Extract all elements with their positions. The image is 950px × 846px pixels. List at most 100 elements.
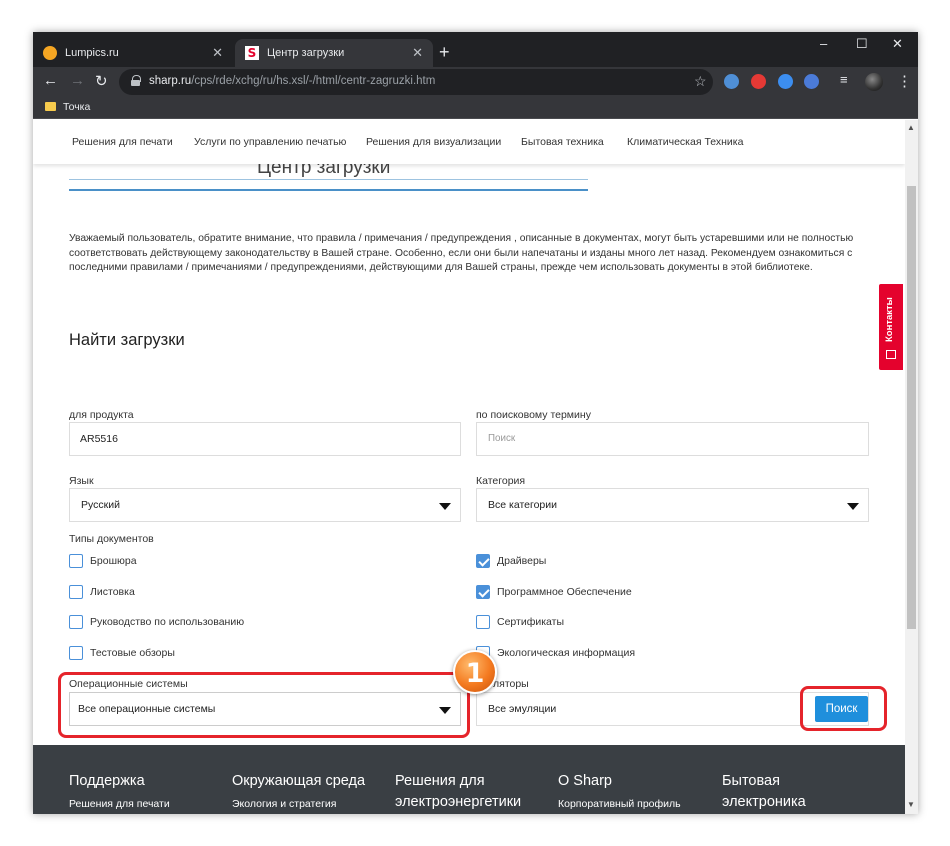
nav-item-home-appliances[interactable]: Бытовая техника [521,136,604,148]
language-value: Русский [81,499,120,511]
checkbox-box[interactable] [69,585,83,599]
language-label: Язык [69,475,94,487]
tab-title: Lumpics.ru [65,47,119,59]
highlight-search-box [800,686,887,731]
checkbox-certificates[interactable]: Сертификаты [476,615,564,629]
nav-item-climate[interactable]: Климатическая Техника [627,136,743,148]
category-label: Категория [476,475,526,487]
contacts-label: Контакты [884,297,895,342]
browser-toolbar: ← → ↻ sharp.ru/cps/rde/xchg/ru/hs.xsl/-/… [33,67,918,97]
checkbox-manual[interactable]: Руководство по использованию [69,615,244,629]
search-term-input[interactable]: Поиск [476,422,869,456]
checkbox-brochure[interactable]: Брошюра [69,554,137,568]
address-bar[interactable]: sharp.ru/cps/rde/xchg/ru/hs.xsl/-/html/c… [119,69,713,95]
bookmark-tochka[interactable]: Точка [63,101,90,113]
product-label: для продукта [69,409,134,421]
tab-strip: Lumpics.ru ✕ S Центр загрузки ✕ + – ☐ ✕ [33,32,918,67]
footer-link-profile[interactable]: Корпоративный профиль [558,798,681,810]
category-value: Все категории [488,499,557,511]
page-viewport: Решения для печати Услуги по управлению … [33,120,905,814]
adblock-icon[interactable] [751,74,766,89]
footer-heading-about[interactable]: О Sharp [558,771,612,792]
footer-heading-electronics[interactable]: Бытовая электроника [722,771,832,813]
footer-heading-environment[interactable]: Окружающая среда [232,771,365,792]
page-scrollbar[interactable]: ▲ ▼ [905,120,918,814]
sharp-favicon-icon: S [245,46,259,60]
lumpics-favicon-icon [43,46,57,60]
site-nav: Решения для печати Услуги по управлению … [33,120,905,164]
checkbox-label: Экологическая информация [497,647,636,659]
dropdown-caret-icon [439,503,451,510]
url-text[interactable]: sharp.ru/cps/rde/xchg/ru/hs.xsl/-/html/c… [149,75,435,87]
window-close-icon[interactable]: ✕ [892,36,903,52]
checkbox-box[interactable] [69,615,83,629]
term-label: по поисковому термину [476,409,591,421]
checkbox-box[interactable] [69,646,83,660]
search-section-title: Найти загрузки [69,331,185,349]
forward-arrow-icon[interactable]: → [70,72,85,89]
bookmark-star-icon[interactable]: ☆ [694,73,707,90]
more-menu-icon[interactable]: ⋮ [897,72,912,90]
browser-window: Lumpics.ru ✕ S Центр загрузки ✕ + – ☐ ✕ … [33,32,918,814]
vpn-extension-icon[interactable] [804,74,819,89]
site-footer: Поддержка Решения для печати Окружающая … [33,745,905,814]
checkbox-software[interactable]: Программное Обеспечение [476,585,632,599]
nav-item-visual-solutions[interactable]: Решения для визуализации [366,136,501,148]
play-extension-icon[interactable] [778,74,793,89]
title-divider [69,179,588,180]
product-input[interactable]: AR5516 [69,422,461,456]
highlight-os-box [58,672,470,738]
mail-icon [886,350,896,359]
reading-list-icon[interactable]: ≡ [840,72,848,87]
close-icon[interactable]: ✕ [412,45,423,61]
reload-icon[interactable]: ↻ [95,72,108,90]
close-icon[interactable]: ✕ [212,45,223,61]
checkbox-box[interactable] [69,554,83,568]
notice-text: Уважаемый пользователь, обратите внимани… [69,233,854,273]
tab-title: Центр загрузки [267,47,345,59]
title-underline [69,189,588,191]
maximize-icon[interactable]: ☐ [856,36,868,52]
tab-lumpics[interactable]: Lumpics.ru ✕ [33,39,233,67]
emulators-label: ляторы [493,678,529,690]
doc-types-label: Типы документов [69,533,154,545]
language-select[interactable]: Русский [69,488,461,522]
footer-link-print-solutions[interactable]: Решения для печати [69,798,170,810]
tab-download-center[interactable]: S Центр загрузки ✕ [235,39,433,67]
checkbox-drivers[interactable]: Драйверы [476,554,546,568]
checkbox-eco-info[interactable]: Экологическая информация [476,646,635,660]
bookmarks-bar: Точка [33,97,918,119]
checkbox-reviews[interactable]: Тестовые обзоры [69,646,175,660]
checkbox-label: Брошюра [90,555,137,567]
minimize-icon[interactable]: – [820,36,827,51]
checkbox-label: Программное Обеспечение [497,586,632,598]
checkbox-label: Листовка [90,586,135,598]
nav-item-print-solutions[interactable]: Решения для печати [72,136,173,148]
scroll-thumb[interactable] [907,186,916,629]
checkbox-label: Тестовые обзоры [90,647,175,659]
extension-gear-icon[interactable] [724,74,739,89]
checkbox-label: Сертификаты [497,616,564,628]
checkbox-box[interactable] [476,554,490,568]
scroll-down-arrow-icon[interactable]: ▼ [907,800,915,809]
footer-link-ecology[interactable]: Экология и стратегия [232,798,336,810]
checkbox-label: Драйверы [497,555,547,567]
checkbox-leaflet[interactable]: Листовка [69,585,135,599]
category-select[interactable]: Все категории [476,488,869,522]
profile-avatar[interactable] [865,73,883,91]
nav-item-print-services[interactable]: Услуги по управлению печатью [194,136,346,148]
back-arrow-icon[interactable]: ← [43,72,58,89]
checkbox-label: Руководство по использованию [90,616,245,628]
contacts-side-tab[interactable]: Контакты [879,284,903,370]
checkbox-box[interactable] [476,585,490,599]
scroll-up-arrow-icon[interactable]: ▲ [907,123,915,132]
new-tab-button[interactable]: + [439,42,450,63]
emulators-value: Все эмуляции [488,703,557,715]
step-badge-1: 1 [453,650,497,694]
folder-icon [45,102,56,111]
dropdown-caret-icon [847,503,859,510]
checkbox-box[interactable] [476,615,490,629]
lock-icon [131,75,141,86]
footer-heading-support[interactable]: Поддержка [69,771,145,792]
footer-heading-energy[interactable]: Решения для электроэнергетики [395,771,545,813]
